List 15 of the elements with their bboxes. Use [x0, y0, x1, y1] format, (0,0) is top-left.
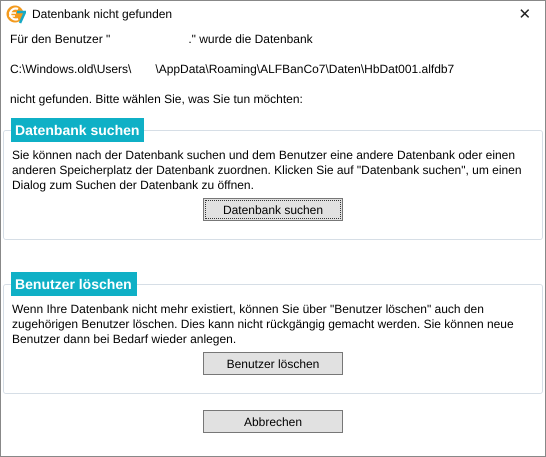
close-button[interactable]: ✕ [505, 1, 545, 27]
section-heading: Benutzer löschen [11, 272, 137, 296]
message-text: nicht gefunden. Bitte wählen Sie, was Sie tun möchten: [10, 91, 303, 108]
action-button[interactable]: Benutzer löschen [203, 352, 343, 375]
description-text: Sie können nach der Datenbank suchen und dem Benutzer eine andere Datenbank oder einen anderen Speicherplatz der Datenbank zuordnen. Klicken Sie auf "Datenbank suchen", um einen Dialog zum Suchen der Datenbank zu öffnen. [12, 148, 523, 193]
action-button[interactable]: Abbrechen [203, 410, 343, 433]
message-text: Für den Benutzer " [10, 31, 110, 48]
message-text: C:\Windows.old\Users\ [10, 61, 132, 78]
action-button[interactable]: Datenbank suchen [203, 198, 343, 221]
app-logo-icon [6, 4, 26, 24]
section-heading: Datenbank suchen [11, 118, 144, 142]
message-text: ." wurde die Datenbank [188, 31, 313, 48]
message-text: \AppData\Roaming\ALFBanCo7\Daten\HbDat001.alfdb7 [155, 61, 454, 78]
description-text: Wenn Ihre Datenbank nicht mehr existiert, können Sie über "Benutzer löschen" auch den zugehörigen Benutzer löschen. Dies kann nicht rückgängig gemacht werden. Sie können neue Benutzer dann bei Bedarf wieder anlegen. [12, 302, 515, 347]
window-title: Datenbank nicht gefunden [32, 7, 174, 21]
